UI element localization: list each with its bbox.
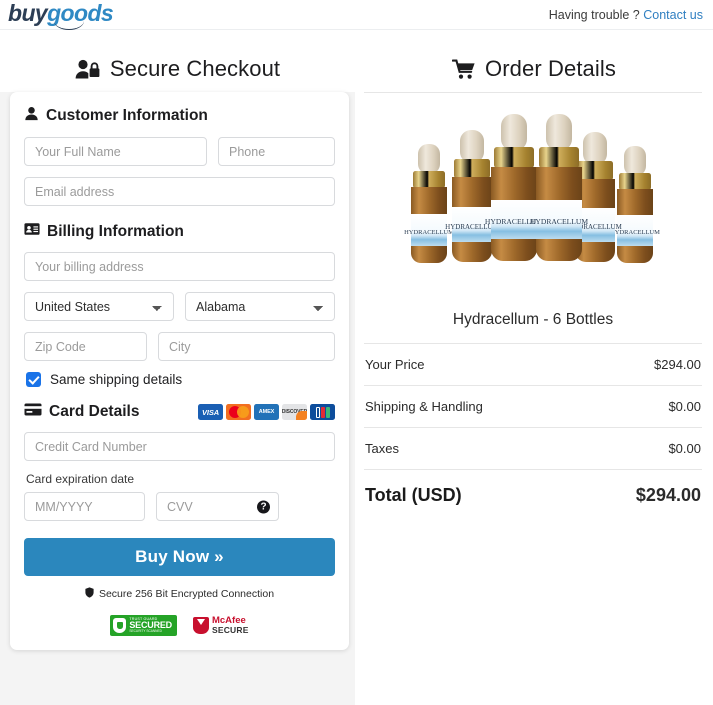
credit-card-icon bbox=[24, 403, 42, 421]
accepted-cards: VISA AMEX DISCOVER bbox=[198, 404, 335, 420]
product-image: HYDRACELLUM HYDRACELLUM HYDRACELLUM HYDR… bbox=[364, 93, 702, 298]
buygoods-logo[interactable]: buygoods bbox=[8, 0, 114, 30]
phone-input[interactable] bbox=[218, 137, 335, 166]
same-shipping-checkbox[interactable] bbox=[26, 372, 41, 387]
amex-icon: AMEX bbox=[254, 404, 279, 420]
visa-icon: VISA bbox=[198, 404, 223, 420]
country-select[interactable]: United States bbox=[24, 292, 174, 321]
trust-badges: TRUST GUARD SECURED SECURITY SCANNED McA… bbox=[24, 615, 335, 636]
help-label: Having trouble ? bbox=[548, 7, 640, 22]
same-shipping-label: Same shipping details bbox=[50, 372, 183, 387]
price-row-shipping: Shipping & Handling $0.00 bbox=[364, 385, 702, 427]
zip-city-row bbox=[24, 332, 335, 361]
price-row-your-price: Your Price $294.00 bbox=[364, 343, 702, 385]
email-input[interactable] bbox=[24, 177, 335, 206]
cvv-field-wrapper: ? bbox=[156, 492, 279, 521]
mcafee-shield-icon bbox=[192, 617, 209, 634]
checkout-panel-background: Customer Information Your Full Name Phon… bbox=[0, 92, 355, 705]
secure-checkout-title: Secure Checkout bbox=[109, 56, 281, 81]
price-value: $0.00 bbox=[668, 441, 701, 456]
price-row-total: Total (USD) $294.00 bbox=[364, 469, 702, 521]
order-details-body: HYDRACELLUM HYDRACELLUM HYDRACELLUM HYDR… bbox=[355, 92, 713, 521]
total-label: Total (USD) bbox=[365, 485, 462, 505]
bottles-illustration: HYDRACELLUM HYDRACELLUM HYDRACELLUM HYDR… bbox=[404, 114, 660, 263]
card-details-heading: Card Details VISA AMEX DISCOVER bbox=[24, 403, 335, 421]
state-select[interactable]: Alabama bbox=[185, 292, 335, 321]
same-shipping-row[interactable]: Same shipping details bbox=[26, 372, 335, 387]
billing-information-title: Billing Information bbox=[47, 222, 184, 240]
secure-connection-text: Secure 256 Bit Encrypted Connection bbox=[98, 588, 275, 600]
secure-connection-note: Secure 256 Bit Encrypted Connection bbox=[24, 587, 335, 601]
price-value: $294.00 bbox=[654, 357, 701, 372]
product-name: Hydracellum - 6 Bottles bbox=[452, 311, 614, 328]
card-details-label-group: Card Details bbox=[24, 403, 139, 421]
shield-icon bbox=[85, 587, 94, 601]
city-input[interactable] bbox=[158, 332, 335, 361]
price-label: Taxes bbox=[365, 441, 399, 456]
checkout-form-card: Customer Information Your Full Name Phon… bbox=[10, 92, 349, 650]
mcafee-line2: SECURE bbox=[211, 625, 249, 636]
price-value: $0.00 bbox=[668, 399, 701, 414]
mcafee-secure-badge-icon: McAfee SECURE bbox=[192, 615, 249, 636]
cvv-help-icon[interactable]: ? bbox=[257, 500, 270, 513]
card-details-title: Card Details bbox=[49, 403, 140, 420]
name-phone-row bbox=[24, 137, 335, 166]
credit-card-number-input[interactable] bbox=[24, 432, 335, 461]
page-header: buygoods Having trouble ? Contact us bbox=[0, 0, 713, 30]
contact-us-link[interactable]: Contact us bbox=[643, 8, 703, 22]
email-row bbox=[24, 177, 335, 206]
expiration-cvv-row: ? bbox=[24, 492, 335, 521]
order-details-title: Order Details bbox=[485, 56, 616, 81]
trust-guard-shield-icon bbox=[113, 618, 127, 633]
order-details-heading: Order Details bbox=[355, 30, 713, 92]
zip-code-input[interactable] bbox=[24, 332, 147, 361]
logo-text-buy: buy bbox=[8, 0, 48, 26]
order-details-column: Order Details HYDRACELLUM HYDRACELLUM HY… bbox=[355, 30, 713, 650]
checkout-column: Secure Checkout Customer Information You… bbox=[0, 30, 355, 705]
trust-guard-bottom-text: SECURITY SCANNED bbox=[129, 629, 162, 634]
price-label: Shipping & Handling bbox=[365, 399, 483, 414]
svg-text:HYDRACELLUM: HYDRACELLUM bbox=[530, 217, 588, 226]
page-columns: Secure Checkout Customer Information You… bbox=[0, 30, 713, 705]
billing-address-input[interactable] bbox=[24, 252, 335, 281]
total-value: $294.00 bbox=[635, 485, 701, 505]
logo-swoosh-icon bbox=[54, 21, 84, 30]
secure-checkout-heading: Secure Checkout bbox=[0, 30, 355, 92]
mastercard-icon bbox=[226, 404, 251, 420]
country-state-row: United States Alabama bbox=[24, 292, 335, 321]
user-icon bbox=[24, 106, 39, 126]
jcb-icon bbox=[310, 404, 335, 420]
shopping-cart-icon bbox=[452, 59, 476, 80]
discover-icon: DISCOVER bbox=[282, 404, 307, 420]
card-expiration-input[interactable] bbox=[24, 492, 145, 521]
trust-guard-badge-icon: TRUST GUARD SECURED SECURITY SCANNED bbox=[110, 615, 177, 636]
customer-information-heading: Customer Information bbox=[24, 106, 335, 126]
help-area: Having trouble ? Contact us bbox=[549, 8, 703, 22]
card-number-row bbox=[24, 432, 335, 461]
customer-information-title: Customer Information bbox=[46, 107, 208, 124]
billing-information-heading: Billing Information bbox=[24, 222, 335, 241]
price-label: Your Price bbox=[365, 357, 425, 372]
full-name-input[interactable] bbox=[24, 137, 207, 166]
billing-address-row bbox=[24, 252, 335, 281]
user-lock-icon bbox=[75, 58, 101, 80]
buy-now-button[interactable]: Buy Now » bbox=[24, 538, 335, 576]
price-row-taxes: Taxes $0.00 bbox=[364, 427, 702, 469]
card-expiration-label: Card expiration date bbox=[26, 472, 135, 486]
id-card-icon bbox=[24, 222, 40, 241]
